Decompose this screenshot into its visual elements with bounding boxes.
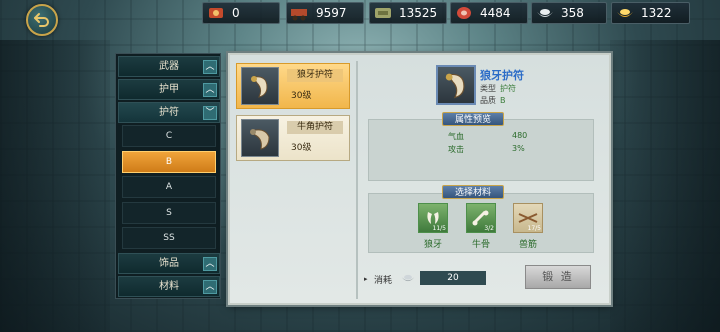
material-name: 狼牙 [423, 240, 442, 250]
meat-icon [454, 3, 474, 23]
attr-preview-panel [368, 119, 594, 181]
material-slot-wolf-fang[interactable]: 11/5 [418, 203, 448, 233]
menu-sub-b[interactable]: B [122, 151, 216, 173]
chevron-up-icon: ︿ [203, 280, 217, 294]
menu-cat-label: 护甲 [159, 84, 179, 95]
item-level: 30级 [291, 91, 312, 101]
detail-item-name: 狼牙护符 [480, 69, 524, 82]
background-shade-left [0, 40, 110, 332]
chevron-up-icon: ︿ [203, 60, 217, 74]
wagon-icon [290, 3, 310, 23]
resource-slot-5: 1322 [611, 2, 690, 24]
cart-icon [206, 3, 226, 23]
attr-key: 攻击 [448, 145, 464, 154]
menu-sub-s[interactable]: S [122, 202, 216, 224]
resource-value: 0 [232, 6, 240, 20]
resource-slot-2: 13525 [369, 2, 447, 24]
material-slot-beast-tendon[interactable]: 17/5 [513, 203, 543, 233]
resource-slot-4: 358 [531, 2, 607, 24]
materials-title: 选择材料 [442, 185, 505, 199]
resource-slot-1: 9597 [286, 2, 364, 24]
silver-ingot-icon [400, 270, 416, 289]
horn-amulet-icon [241, 119, 279, 157]
material-count: 3/2 [484, 225, 494, 232]
item-name: 牛角护符 [287, 121, 343, 134]
chevron-down-icon: ﹀ [203, 106, 217, 120]
silver-ingot-icon [535, 3, 555, 23]
attr-key: 气血 [448, 132, 464, 141]
material-name: 牛骨 [471, 240, 490, 250]
resource-slot-3: 4484 [450, 2, 528, 24]
menu-cat-armor[interactable]: 护甲 ︿ [118, 79, 220, 100]
material-name: 兽筋 [518, 240, 537, 250]
resource-value: 9597 [316, 6, 347, 20]
detail-amulet-icon [436, 65, 476, 105]
menu-cat-amulet[interactable]: 护符 ﹀ [118, 102, 220, 123]
menu-cat-label: 材料 [159, 281, 179, 292]
scroll-icon [373, 3, 393, 23]
category-menu: 武器 ︿ 护甲 ︿ 护符 ﹀ C B A S SS 饰品 ︿ 材料 ︿ [115, 53, 221, 299]
resource-value: 358 [561, 6, 584, 20]
menu-cat-accessory[interactable]: 饰品 ︿ [118, 253, 220, 274]
menu-sub-c[interactable]: C [122, 125, 216, 147]
panel-divider [356, 61, 358, 299]
attr-value: 480 [512, 131, 528, 140]
menu-cat-label: 护符 [159, 107, 179, 118]
resource-value: 4484 [480, 6, 511, 20]
forge-panel: 狼牙护符 30级 牛角护符 30级 狼牙护符 类型 护符 品质 B 属性预览 气血 … [228, 53, 611, 305]
material-count: 17/5 [527, 225, 541, 232]
back-arrow-icon [34, 13, 49, 27]
menu-cat-label: 饰品 [159, 258, 179, 269]
background-shade-right [610, 40, 720, 332]
menu-cat-material[interactable]: 材料 ︿ [118, 276, 220, 297]
detail-type-row: 类型 护符 [480, 84, 516, 93]
menu-cat-weapon[interactable]: 武器 ︿ [118, 56, 220, 77]
chevron-up-icon: ︿ [203, 83, 217, 97]
cost-value: 20 [420, 271, 486, 285]
item-card-wolf-fang[interactable]: 狼牙护符 30级 [236, 63, 350, 109]
attr-value: 3% [512, 144, 525, 153]
forge-button[interactable]: 锻 造 [525, 265, 591, 289]
detail-quality-row: 品质 B [480, 96, 506, 105]
menu-sub-a[interactable]: A [122, 176, 216, 198]
menu-sub-ss[interactable]: SS [122, 227, 216, 249]
gold-ingot-icon [615, 3, 635, 23]
item-card-ox-horn[interactable]: 牛角护符 30级 [236, 115, 350, 161]
back-button[interactable] [26, 4, 58, 36]
resource-value: 1322 [641, 6, 672, 20]
material-count: 11/5 [432, 225, 446, 232]
resource-value: 13525 [399, 6, 438, 20]
item-level: 30级 [291, 143, 312, 153]
cost-arrow-icon: ▸ [364, 275, 368, 283]
menu-cat-label: 武器 [159, 61, 179, 72]
cost-label: 消耗 [374, 276, 393, 286]
material-slot-ox-bone[interactable]: 3/2 [466, 203, 496, 233]
resource-slot-0: 0 [202, 2, 280, 24]
attr-preview-title: 属性预览 [442, 112, 505, 126]
fang-amulet-icon [241, 67, 279, 105]
chevron-up-icon: ︿ [203, 257, 217, 271]
item-name: 狼牙护符 [287, 69, 343, 82]
